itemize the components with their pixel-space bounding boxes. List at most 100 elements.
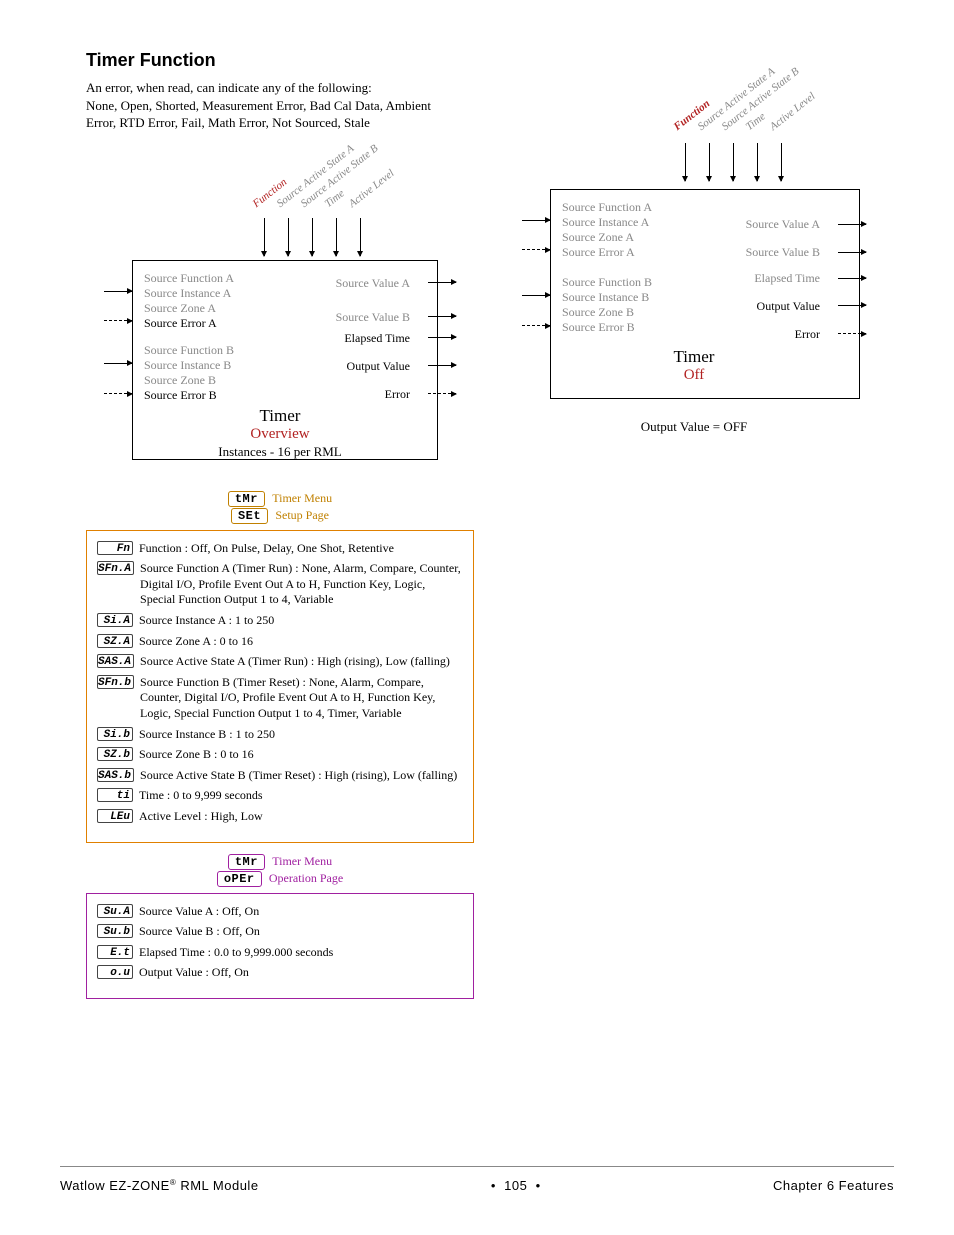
page-code-pill: oPEr (217, 871, 262, 887)
operation-menu-header: tMr Timer Menu oPEr Operation Page (86, 853, 474, 887)
arrow-down-icon (336, 218, 337, 256)
param-text: Source Instance A : 1 to 250 (139, 613, 463, 629)
arrow-right-icon (838, 278, 866, 279)
overview-left-a: Source Function A Source Instance A Sour… (144, 271, 234, 331)
arrow-dashed-icon (522, 325, 550, 326)
footer-page: • 105 • (491, 1178, 541, 1193)
param-text: Function : Off, On Pulse, Delay, One Sho… (139, 541, 463, 557)
arrow-right-icon (838, 224, 866, 225)
arrow-down-icon (264, 218, 265, 256)
param-row: Si.ASource Instance A : 1 to 250 (97, 613, 463, 629)
overview-timer-title: Timer (86, 406, 474, 426)
page-code-pill: SEt (231, 508, 268, 524)
param-code: Su.b (97, 924, 133, 938)
param-text: Source Zone B : 0 to 16 (139, 747, 463, 763)
label-sia: Source Instance A (562, 215, 652, 230)
label-sea: Source Error A (144, 316, 234, 331)
param-code: SZ.A (97, 634, 133, 648)
overview-left-b: Source Function B Source Instance B Sour… (144, 343, 234, 403)
setup-box: Fn Function : Off, On Pulse, Delay, One S… (86, 530, 474, 843)
label-sfb: Source Function B (144, 343, 234, 358)
param-code: ti (97, 788, 133, 802)
arrow-dashed-icon (104, 320, 132, 321)
arrow-right-icon (522, 220, 550, 221)
param-text: Output Value : Off, On (139, 965, 463, 981)
intro-line2: None, Open, Shorted, Measurement Error, … (86, 98, 431, 131)
label-et: Elapsed Time (344, 331, 410, 346)
param-text: Source Active State B (Timer Reset) : Hi… (140, 768, 463, 784)
label-sza: Source Zone A (562, 230, 652, 245)
label-sva: Source Value A (746, 217, 820, 232)
label-sea: Source Error A (562, 245, 652, 260)
intro-text: An error, when read, can indicate any of… (86, 79, 446, 132)
param-row: LEu Active Level : High, Low (97, 809, 463, 825)
menu-label: Timer Menu (272, 491, 332, 505)
label-sfa: Source Function A (144, 271, 234, 286)
param-row: Fn Function : Off, On Pulse, Delay, One S… (97, 541, 463, 557)
label-szb: Source Zone B (144, 373, 234, 388)
param-row: SAS.b Source Active State B (Timer Reset)… (97, 768, 463, 784)
label-sia: Source Instance A (144, 286, 234, 301)
intro-line1: An error, when read, can indicate any of… (86, 80, 372, 95)
label-sva: Source Value A (336, 276, 410, 291)
menu-code-pill: tMr (228, 491, 265, 507)
param-text: Elapsed Time : 0.0 to 9,999.000 seconds (139, 945, 463, 961)
param-row: E.t Elapsed Time : 0.0 to 9,999.000 secon… (97, 945, 463, 961)
setup-menu-header: tMr Timer Menu SEt Setup Page (86, 490, 474, 524)
arrow-down-icon (733, 143, 734, 181)
off-caption: Output Value = OFF (504, 419, 884, 435)
menu-code-pill: tMr (228, 854, 265, 870)
param-text: Source Function B (Timer Reset) : None, … (140, 675, 463, 722)
footer-rule (60, 1166, 894, 1167)
arrow-right-icon (522, 295, 550, 296)
param-row: SAS.ASource Active State A (Timer Run) :… (97, 654, 463, 670)
arrow-right-icon (838, 305, 866, 306)
arrow-right-icon (104, 291, 132, 292)
arrow-right-icon (838, 252, 866, 253)
param-code: SZ.b (97, 747, 133, 761)
label-et: Elapsed Time (754, 271, 820, 286)
arrow-down-icon (757, 143, 758, 181)
param-code: SAS.A (97, 654, 134, 668)
param-code: SAS.b (97, 768, 134, 782)
param-row: SZ.ASource Zone A : 0 to 16 (97, 634, 463, 650)
arrow-right-icon (428, 316, 456, 317)
page-footer: Watlow EZ-ZONE® RML Module • 105 • Chapt… (60, 1178, 894, 1193)
arrow-dashed-icon (428, 393, 456, 394)
overview-diagram: Function Source Active State A Source Ac… (86, 150, 474, 480)
param-code: Fn (97, 541, 133, 555)
param-text: Source Function A (Timer Run) : None, Al… (140, 561, 463, 608)
arrow-right-icon (428, 337, 456, 338)
param-row: SFn.bSource Function B (Timer Reset) : N… (97, 675, 463, 722)
label-seb: Source Error B (562, 320, 652, 335)
param-code: LEu (97, 809, 133, 823)
label-ov: Output Value (347, 359, 410, 374)
label-sib: Source Instance B (562, 290, 652, 305)
overview-subtitle: Overview (86, 426, 474, 443)
off-left-b: Source Function B Source Instance B Sour… (562, 275, 652, 335)
param-row: Su.ASource Value A : Off, On (97, 904, 463, 920)
off-top-label-alevel: Active Level (768, 90, 818, 133)
label-ov: Output Value (757, 299, 820, 314)
arrow-down-icon (781, 143, 782, 181)
page-label: Setup Page (275, 508, 329, 522)
arrow-down-icon (685, 143, 686, 181)
top-label-alevel: Active Level (347, 167, 397, 210)
param-text: Source Value A : Off, On (139, 904, 463, 920)
param-text: Active Level : High, Low (139, 809, 463, 825)
overview-instances: Instances - 16 per RML (86, 444, 474, 460)
setup-menu-row2: SEt Setup Page (86, 507, 474, 524)
param-row: Si.bSource Instance B : 1 to 250 (97, 727, 463, 743)
param-row: tiTime : 0 to 9,999 seconds (97, 788, 463, 804)
page-number: 105 (504, 1178, 527, 1193)
param-row: SZ.b Source Zone B : 0 to 16 (97, 747, 463, 763)
label-szb: Source Zone B (562, 305, 652, 320)
label-err: Error (385, 387, 410, 402)
label-svb: Source Value B (336, 310, 410, 325)
right-column: Function Source Active State A Source Ac… (524, 59, 884, 449)
param-code: E.t (97, 945, 133, 959)
page-label: Operation Page (269, 871, 343, 885)
left-column: An error, when read, can indicate any of… (60, 79, 474, 999)
off-left-a: Source Function A Source Instance A Sour… (562, 200, 652, 260)
arrow-down-icon (312, 218, 313, 256)
